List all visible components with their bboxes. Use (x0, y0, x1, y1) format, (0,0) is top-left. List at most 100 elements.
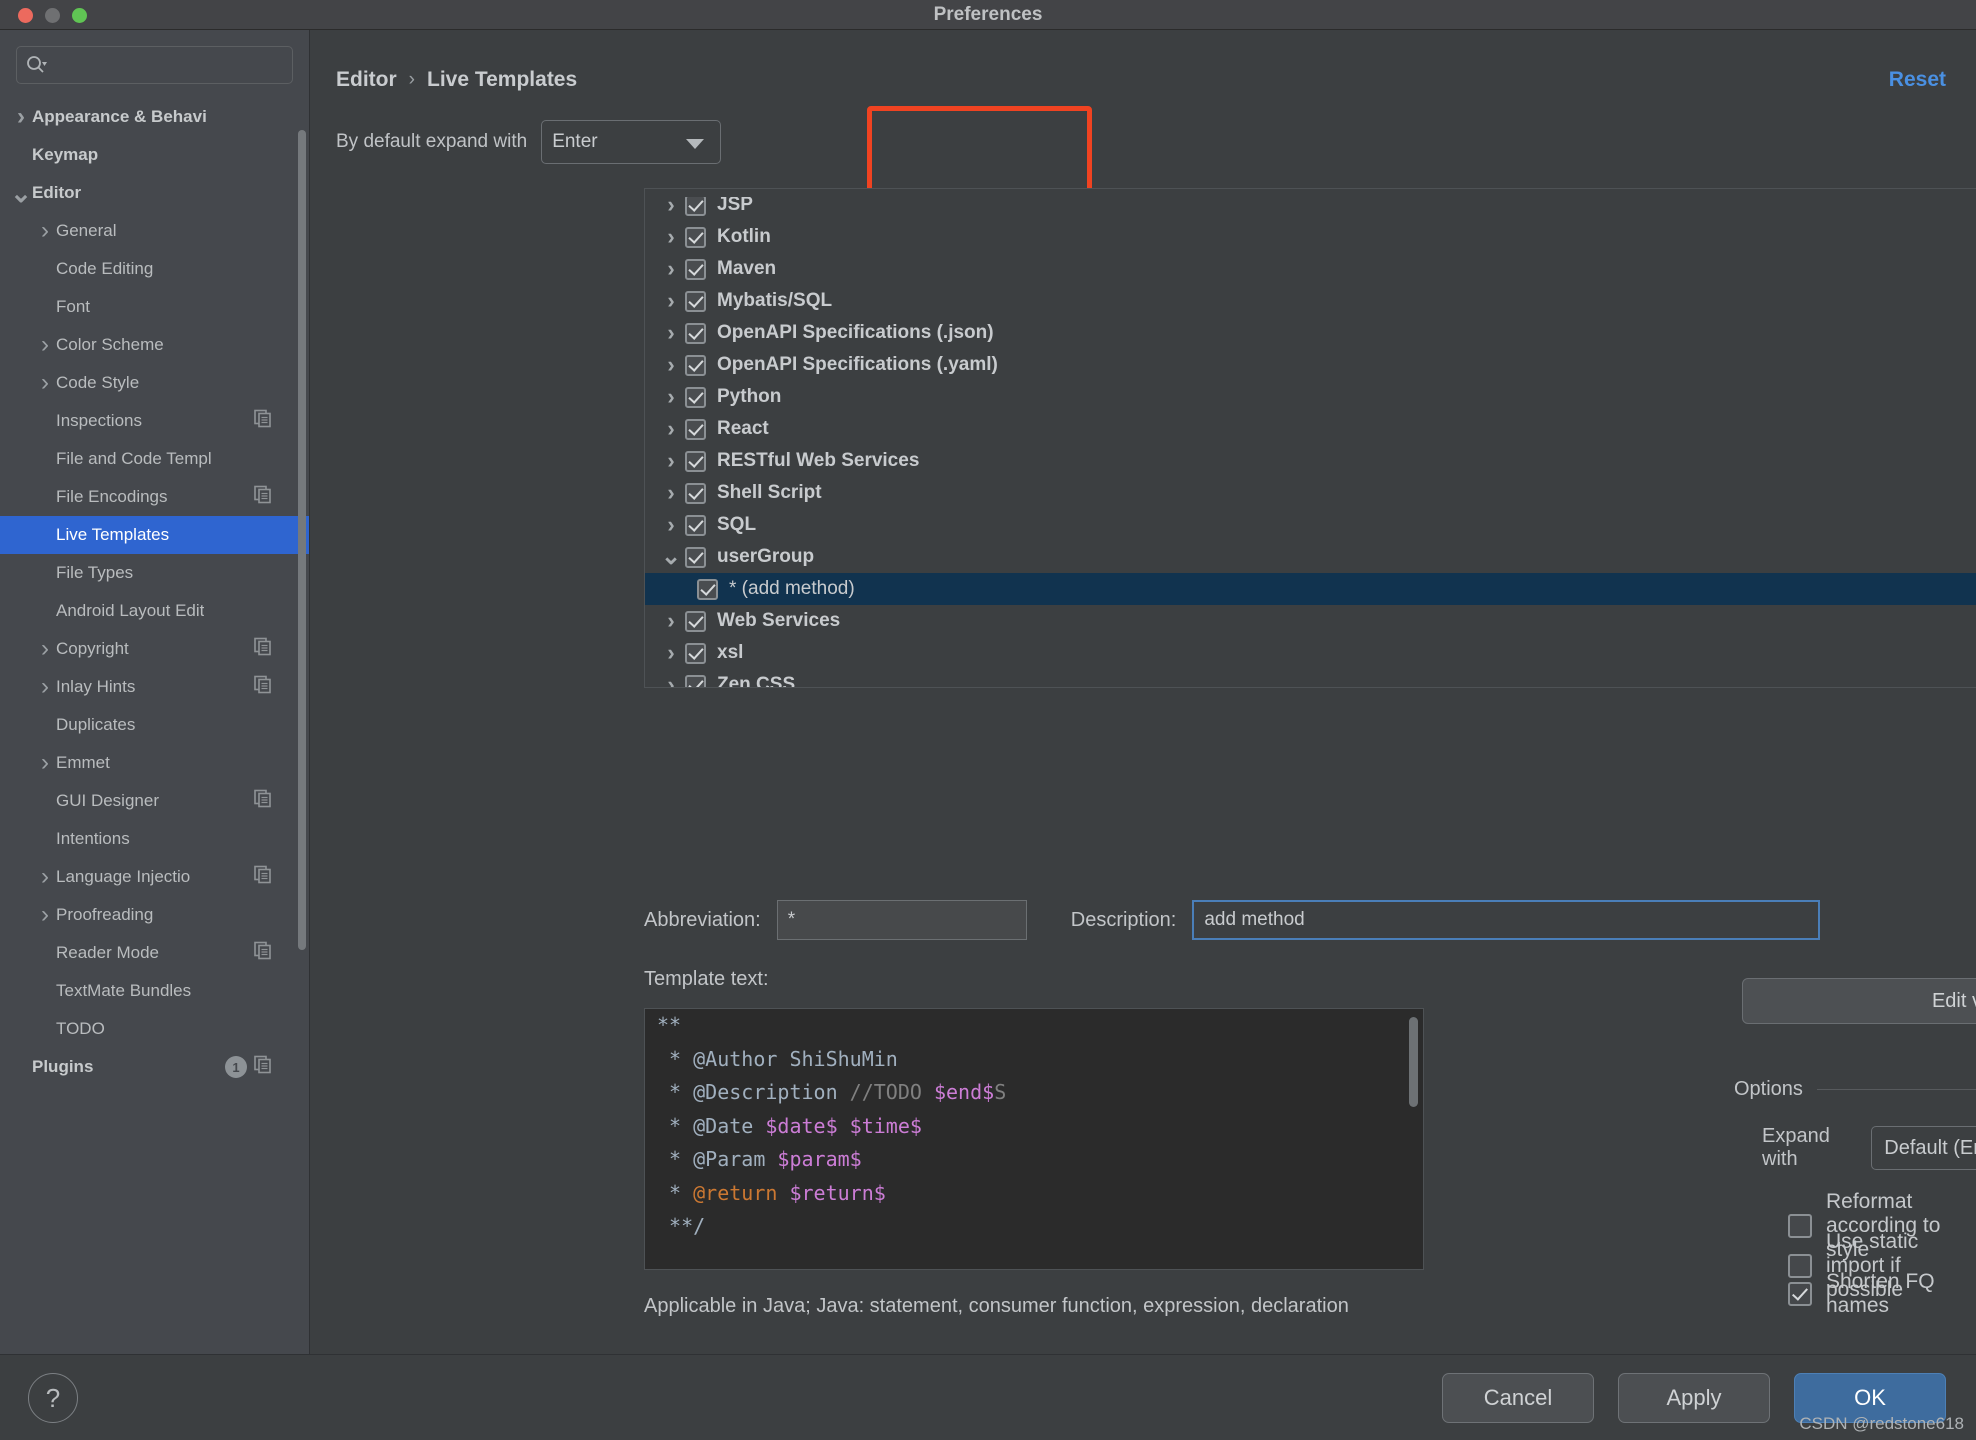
template-group-row[interactable]: › OpenAPI Specifications (.json) (645, 317, 1976, 349)
chevron-right-icon[interactable]: › (657, 674, 685, 688)
template-group-row[interactable]: › SQL (645, 509, 1976, 541)
template-group-row[interactable]: ⌄ userGroup (645, 541, 1976, 573)
chevron-right-icon[interactable]: › (657, 258, 685, 280)
sidebar-item-editor[interactable]: ⌄ Editor (0, 174, 309, 212)
copy-settings-icon[interactable] (253, 485, 273, 510)
chevron-right-icon[interactable]: › (34, 903, 56, 927)
chevron-right-icon[interactable]: › (657, 482, 685, 504)
template-group-row[interactable]: › Shell Script (645, 477, 1976, 509)
sidebar-item-live-templates[interactable]: ›Live Templates (0, 516, 309, 554)
chevron-right-icon[interactable]: › (34, 333, 56, 357)
breadcrumb-root[interactable]: Editor (336, 68, 397, 92)
sidebar-item-color-scheme[interactable]: › Color Scheme (0, 326, 309, 364)
template-group-row[interactable]: › Python (645, 381, 1976, 413)
template-group-row[interactable]: › RESTful Web Services (645, 445, 1976, 477)
search-input[interactable] (47, 56, 284, 74)
sidebar-item-todo[interactable]: ›TODO (0, 1010, 309, 1048)
template-group-row[interactable]: › Maven (645, 253, 1976, 285)
sidebar-item-plugins[interactable]: ›Plugins1 (0, 1048, 309, 1086)
chevron-right-icon[interactable]: › (657, 610, 685, 632)
template-group-row[interactable]: › Web Services (645, 605, 1976, 637)
chevron-right-icon[interactable]: › (657, 226, 685, 248)
abbreviation-input[interactable] (776, 900, 1027, 940)
sidebar-item-file-encodings[interactable]: ›File Encodings (0, 478, 309, 516)
template-enabled-checkbox[interactable] (685, 386, 706, 408)
chevron-right-icon[interactable]: › (657, 386, 685, 408)
expand-with-dropdown[interactable]: Default (Enter) (1871, 1126, 1976, 1170)
template-group-row[interactable]: › Zen CSS (645, 669, 1976, 688)
sidebar-item-emmet[interactable]: › Emmet (0, 744, 309, 782)
sidebar-item-code-style[interactable]: › Code Style (0, 364, 309, 402)
sidebar-item-textmate-bundles[interactable]: ›TextMate Bundles (0, 972, 309, 1010)
chevron-right-icon[interactable]: › (657, 642, 685, 664)
chevron-right-icon[interactable]: › (10, 105, 32, 129)
option-checkbox[interactable] (1788, 1282, 1812, 1306)
sidebar-item-copyright[interactable]: › Copyright (0, 630, 309, 668)
template-enabled-checkbox[interactable] (685, 482, 706, 504)
copy-settings-icon[interactable] (253, 941, 273, 966)
edit-variables-button[interactable]: Edit variables (1742, 978, 1976, 1024)
copy-settings-icon[interactable] (253, 1055, 273, 1080)
template-enabled-checkbox[interactable] (685, 226, 706, 248)
apply-button[interactable]: Apply (1618, 1373, 1770, 1423)
sidebar-item-keymap[interactable]: ›Keymap (0, 136, 309, 174)
template-enabled-checkbox[interactable] (685, 450, 706, 472)
template-enabled-checkbox[interactable] (685, 514, 706, 536)
default-expand-dropdown[interactable]: Enter (541, 120, 722, 164)
template-enabled-checkbox[interactable] (685, 194, 706, 216)
copy-settings-icon[interactable] (253, 865, 273, 890)
template-enabled-checkbox[interactable] (685, 418, 706, 440)
template-group-row[interactable]: › OpenAPI Specifications (.yaml) (645, 349, 1976, 381)
template-enabled-checkbox[interactable] (685, 642, 706, 664)
sidebar-item-gui-designer[interactable]: ›GUI Designer (0, 782, 309, 820)
template-group-row[interactable]: › React (645, 413, 1976, 445)
copy-settings-icon[interactable] (253, 789, 273, 814)
template-enabled-checkbox[interactable] (685, 258, 706, 280)
sidebar-item-proofreading[interactable]: › Proofreading (0, 896, 309, 934)
template-enabled-checkbox[interactable] (685, 546, 706, 568)
description-input[interactable] (1192, 900, 1821, 940)
sidebar-item-duplicates[interactable]: ›Duplicates (0, 706, 309, 744)
chevron-right-icon[interactable]: › (34, 751, 56, 775)
sidebar-item-language-injectio[interactable]: › Language Injectio (0, 858, 309, 896)
help-button[interactable]: ? (28, 1373, 78, 1423)
reset-link[interactable]: Reset (1889, 68, 1946, 92)
chevron-down-icon[interactable]: ⌄ (657, 545, 685, 569)
sidebar-item-reader-mode[interactable]: ›Reader Mode (0, 934, 309, 972)
sidebar-scrollbar[interactable] (298, 130, 306, 950)
template-enabled-checkbox[interactable] (685, 354, 706, 376)
template-enabled-checkbox[interactable] (697, 578, 718, 600)
template-enabled-checkbox[interactable] (685, 322, 706, 344)
template-enabled-checkbox[interactable] (685, 290, 706, 312)
sidebar-item-font[interactable]: ›Font (0, 288, 309, 326)
sidebar-item-file-and-code-templ[interactable]: ›File and Code Templ (0, 440, 309, 478)
template-group-row[interactable]: * (add method) (645, 573, 1976, 605)
chevron-right-icon[interactable]: › (34, 675, 56, 699)
template-group-row[interactable]: › Mybatis/SQL (645, 285, 1976, 317)
search-box[interactable] (16, 46, 293, 84)
chevron-right-icon[interactable]: › (657, 450, 685, 472)
chevron-right-icon[interactable]: › (657, 194, 685, 216)
copy-settings-icon[interactable] (253, 675, 273, 700)
templates-tree[interactable]: › JSP › Kotlin › Maven › Mybatis/SQL › OpenAPI Sp… (644, 188, 1976, 688)
chevron-right-icon[interactable]: › (34, 219, 56, 243)
sidebar-item-inspections[interactable]: ›Inspections (0, 402, 309, 440)
cancel-button[interactable]: Cancel (1442, 1373, 1594, 1423)
chevron-down-icon[interactable]: ⌄ (10, 180, 32, 206)
sidebar-item-inlay-hints[interactable]: › Inlay Hints (0, 668, 309, 706)
template-enabled-checkbox[interactable] (685, 674, 706, 687)
template-group-row[interactable]: › Kotlin (645, 221, 1976, 253)
sidebar-item-android-layout-edit[interactable]: ›Android Layout Edit (0, 592, 309, 630)
template-text-editor[interactable]: ** * @Author ShiShuMin * @Description //… (644, 1008, 1424, 1270)
template-group-row[interactable]: › xsl (645, 637, 1976, 669)
copy-settings-icon[interactable] (253, 637, 273, 662)
chevron-right-icon[interactable]: › (34, 637, 56, 661)
sidebar-item-intentions[interactable]: ›Intentions (0, 820, 309, 858)
sidebar-item-appearance-behavi[interactable]: › Appearance & Behavi (0, 98, 309, 136)
chevron-right-icon[interactable]: › (657, 290, 685, 312)
sidebar-item-code-editing[interactable]: ›Code Editing (0, 250, 309, 288)
chevron-right-icon[interactable]: › (657, 322, 685, 344)
chevron-right-icon[interactable]: › (34, 371, 56, 395)
sidebar-item-file-types[interactable]: ›File Types (0, 554, 309, 592)
template-enabled-checkbox[interactable] (685, 610, 706, 632)
